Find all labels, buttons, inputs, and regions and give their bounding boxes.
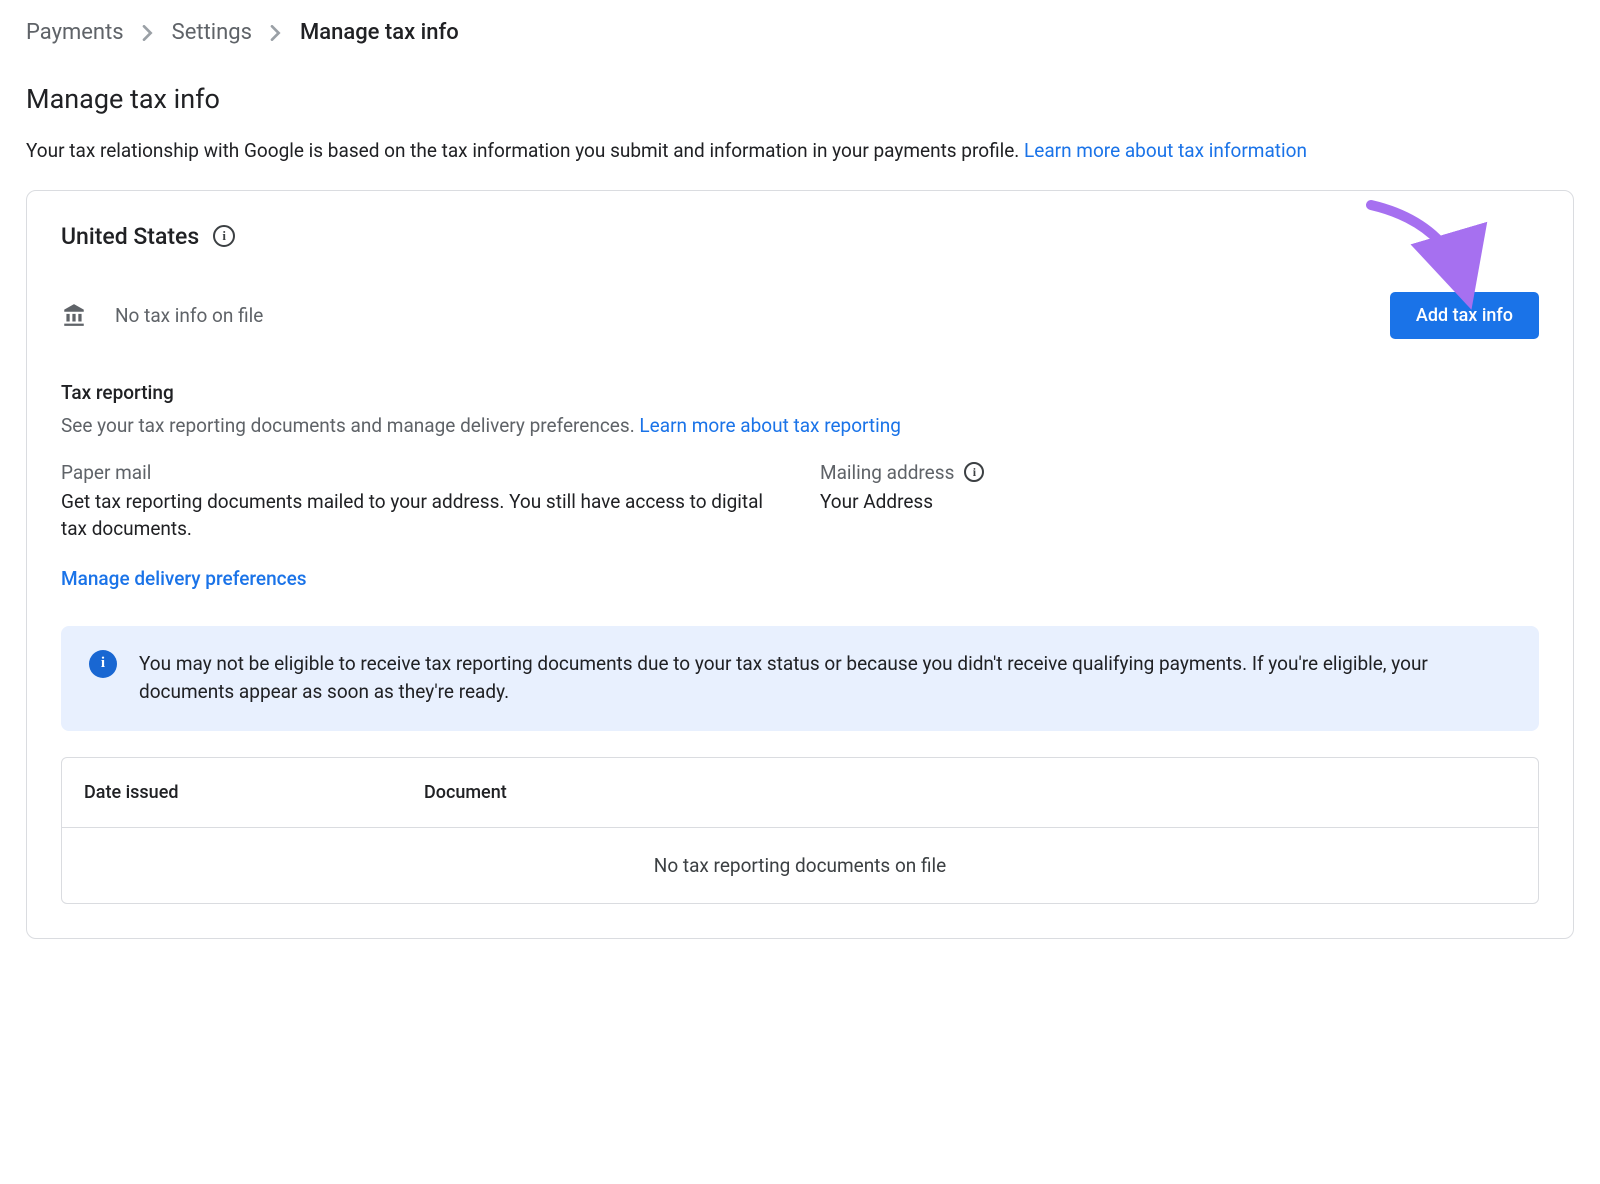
notice-text: You may not be eligible to receive tax r… bbox=[139, 650, 1511, 707]
learn-more-tax-reporting-link[interactable]: Learn more about tax reporting bbox=[639, 414, 901, 437]
breadcrumb-current: Manage tax info bbox=[300, 20, 459, 45]
info-filled-icon: i bbox=[89, 650, 117, 678]
table-header: Date issued Document bbox=[62, 758, 1538, 828]
page-title: Manage tax info bbox=[26, 83, 1574, 115]
chevron-right-icon bbox=[270, 25, 282, 41]
tax-reporting-desc: See your tax reporting documents and man… bbox=[61, 414, 1539, 437]
manage-delivery-preferences-link[interactable]: Manage delivery preferences bbox=[61, 567, 307, 590]
mailing-address-label-text: Mailing address bbox=[820, 461, 954, 484]
no-tax-info-text: No tax info on file bbox=[115, 304, 263, 327]
paper-mail-body: Get tax reporting documents mailed to yo… bbox=[61, 488, 780, 543]
eligibility-notice: i You may not be eligible to receive tax… bbox=[61, 626, 1539, 731]
paper-mail-label: Paper mail bbox=[61, 461, 780, 484]
paper-mail-col: Paper mail Get tax reporting documents m… bbox=[61, 461, 780, 543]
tax-reporting-desc-text: See your tax reporting documents and man… bbox=[61, 414, 639, 437]
mailing-address-label: Mailing address i bbox=[820, 461, 1539, 484]
country-row: United States i bbox=[61, 223, 1539, 250]
add-tax-info-button[interactable]: Add tax info bbox=[1390, 292, 1539, 339]
col-date-issued: Date issued bbox=[84, 782, 424, 803]
info-icon[interactable]: i bbox=[964, 462, 984, 482]
mailing-address-col: Mailing address i Your Address bbox=[820, 461, 1539, 543]
country-name: United States bbox=[61, 223, 199, 250]
info-icon[interactable]: i bbox=[213, 225, 235, 247]
col-document: Document bbox=[424, 782, 507, 803]
tax-status-row: No tax info on file Add tax info bbox=[61, 292, 1539, 339]
breadcrumb: Payments Settings Manage tax info bbox=[26, 20, 1574, 45]
intro-text: Your tax relationship with Google is bas… bbox=[26, 139, 1024, 162]
intro-paragraph: Your tax relationship with Google is bas… bbox=[26, 137, 1574, 166]
breadcrumb-payments[interactable]: Payments bbox=[26, 20, 124, 45]
breadcrumb-settings[interactable]: Settings bbox=[172, 20, 252, 45]
delivery-columns: Paper mail Get tax reporting documents m… bbox=[61, 461, 1539, 543]
chevron-right-icon bbox=[142, 25, 154, 41]
learn-more-tax-info-link[interactable]: Learn more about tax information bbox=[1024, 139, 1307, 162]
mailing-address-value: Your Address bbox=[820, 488, 1539, 516]
tax-info-card: United States i No tax info on file Add … bbox=[26, 190, 1574, 939]
tax-reporting-heading: Tax reporting bbox=[61, 381, 1539, 404]
bank-icon bbox=[61, 302, 89, 328]
table-empty-row: No tax reporting documents on file bbox=[62, 828, 1538, 903]
documents-table: Date issued Document No tax reporting do… bbox=[61, 757, 1539, 904]
